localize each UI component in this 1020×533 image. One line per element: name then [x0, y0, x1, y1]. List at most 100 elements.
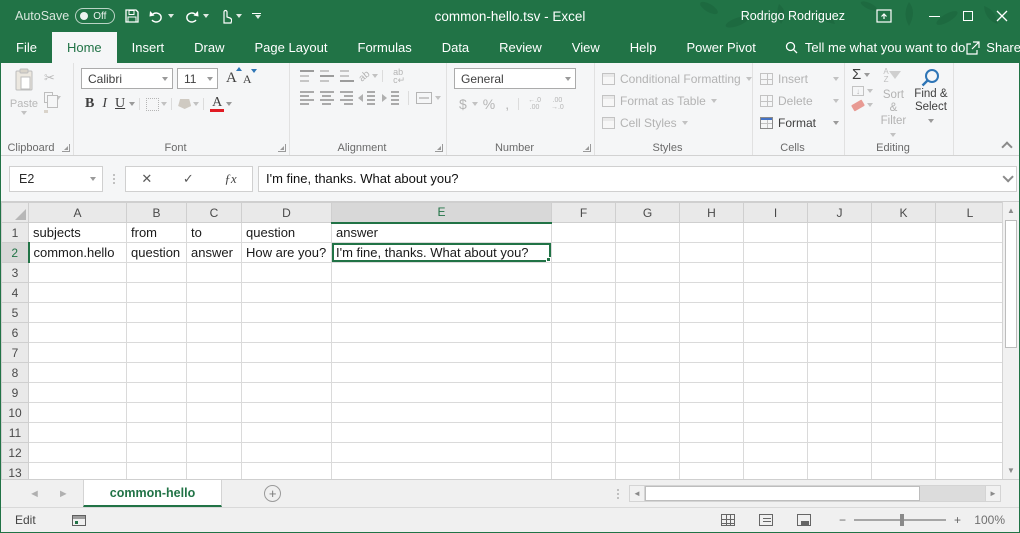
column-header-L[interactable]: L	[936, 203, 1005, 223]
comma-format-button[interactable]: ,	[500, 96, 514, 112]
column-header-D[interactable]: D	[242, 203, 332, 223]
row-header-12[interactable]: 12	[2, 443, 29, 463]
row-header-3[interactable]: 3	[2, 263, 29, 283]
column-header-K[interactable]: K	[872, 203, 936, 223]
cell-D2[interactable]: How are you?	[242, 243, 332, 263]
cell-F10[interactable]	[552, 403, 616, 423]
italic-button[interactable]: I	[98, 96, 111, 112]
cell-C5[interactable]	[187, 303, 242, 323]
cell-E8[interactable]	[332, 363, 552, 383]
cell-G6[interactable]	[616, 323, 680, 343]
cell-I8[interactable]	[744, 363, 808, 383]
bold-button[interactable]: B	[81, 96, 98, 112]
cell-E4[interactable]	[332, 283, 552, 303]
font-color-button[interactable]: A	[210, 96, 224, 112]
font-dialog-launcher[interactable]	[278, 144, 286, 152]
increase-decimal-button[interactable]: ←.0.00	[523, 97, 546, 111]
row-header-9[interactable]: 9	[2, 383, 29, 403]
autosum-dropdown[interactable]	[864, 73, 870, 77]
decrease-indent-icon[interactable]	[358, 89, 378, 107]
column-header-J[interactable]: J	[808, 203, 872, 223]
cell-K10[interactable]	[872, 403, 936, 423]
cell-D3[interactable]	[242, 263, 332, 283]
cell-K7[interactable]	[872, 343, 936, 363]
cell-J9[interactable]	[808, 383, 872, 403]
cell-H4[interactable]	[680, 283, 744, 303]
cell-E13[interactable]	[332, 463, 552, 480]
cell-H2[interactable]	[680, 243, 744, 263]
scroll-right-button[interactable]: ►	[985, 485, 1001, 502]
cell-K12[interactable]	[872, 443, 936, 463]
top-align-icon[interactable]	[300, 70, 314, 82]
cell-J12[interactable]	[808, 443, 872, 463]
close-button[interactable]	[985, 0, 1019, 32]
tab-review[interactable]: Review	[484, 32, 557, 63]
cell-B8[interactable]	[127, 363, 187, 383]
underline-dropdown[interactable]	[129, 102, 135, 106]
cell-B4[interactable]	[127, 283, 187, 303]
zoom-in-button[interactable]: +	[954, 513, 961, 527]
cell-D1[interactable]: question	[242, 223, 332, 243]
maximize-button[interactable]	[951, 0, 985, 32]
tab-draw[interactable]: Draw	[179, 32, 239, 63]
cell-E1[interactable]: answer	[332, 223, 552, 243]
cell-A7[interactable]	[29, 343, 127, 363]
cell-F9[interactable]	[552, 383, 616, 403]
insert-function-button[interactable]: ƒx	[224, 171, 236, 187]
cell-L10[interactable]	[936, 403, 1005, 423]
next-sheet-button[interactable]: ►	[58, 488, 69, 500]
paste-button[interactable]: Paste	[8, 68, 40, 115]
cell-K5[interactable]	[872, 303, 936, 323]
font-name-combo[interactable]: Calibri	[81, 68, 173, 89]
tab-help[interactable]: Help	[615, 32, 672, 63]
scroll-left-button[interactable]: ◄	[629, 485, 645, 502]
cell-F6[interactable]	[552, 323, 616, 343]
cell-L9[interactable]	[936, 383, 1005, 403]
cell-H11[interactable]	[680, 423, 744, 443]
number-format-combo[interactable]: General	[454, 68, 576, 89]
cell-K13[interactable]	[872, 463, 936, 480]
cell-A5[interactable]	[29, 303, 127, 323]
cell-F4[interactable]	[552, 283, 616, 303]
cell-C4[interactable]	[187, 283, 242, 303]
increase-font-size-button[interactable]: A	[226, 70, 237, 87]
cell-J11[interactable]	[808, 423, 872, 443]
paste-dropdown[interactable]	[21, 111, 27, 115]
cell-E5[interactable]	[332, 303, 552, 323]
cell-A1[interactable]: subjects	[29, 223, 127, 243]
cell-B11[interactable]	[127, 423, 187, 443]
cell-J2[interactable]	[808, 243, 872, 263]
formula-bar-resize-handle[interactable]	[113, 174, 115, 184]
borders-dropdown[interactable]	[161, 102, 167, 106]
cell-B5[interactable]	[127, 303, 187, 323]
cell-C2[interactable]: answer	[187, 243, 242, 263]
cell-E12[interactable]	[332, 443, 552, 463]
touch-mode-dropdown[interactable]	[236, 14, 242, 18]
column-header-E[interactable]: E	[332, 203, 552, 223]
cell-B7[interactable]	[127, 343, 187, 363]
cell-L3[interactable]	[936, 263, 1005, 283]
cell-K8[interactable]	[872, 363, 936, 383]
cell-C1[interactable]: to	[187, 223, 242, 243]
increase-indent-icon[interactable]	[382, 89, 402, 107]
column-header-H[interactable]: H	[680, 203, 744, 223]
cell-D4[interactable]	[242, 283, 332, 303]
cell-A10[interactable]	[29, 403, 127, 423]
cell-G1[interactable]	[616, 223, 680, 243]
cell-E10[interactable]	[332, 403, 552, 423]
cell-styles-button[interactable]: Cell Styles	[602, 112, 747, 134]
cell-L11[interactable]	[936, 423, 1005, 443]
font-color-dropdown[interactable]	[226, 102, 232, 106]
cell-C12[interactable]	[187, 443, 242, 463]
column-header-B[interactable]: B	[127, 203, 187, 223]
cell-C13[interactable]	[187, 463, 242, 480]
cell-G9[interactable]	[616, 383, 680, 403]
tab-formulas[interactable]: Formulas	[343, 32, 427, 63]
row-header-11[interactable]: 11	[2, 423, 29, 443]
autosave-control[interactable]: AutoSave Off	[15, 8, 115, 24]
cell-G12[interactable]	[616, 443, 680, 463]
redo-button[interactable]	[184, 10, 209, 23]
cell-J6[interactable]	[808, 323, 872, 343]
new-sheet-button[interactable]: +	[264, 485, 281, 502]
touch-mouse-mode-button[interactable]	[219, 9, 242, 24]
